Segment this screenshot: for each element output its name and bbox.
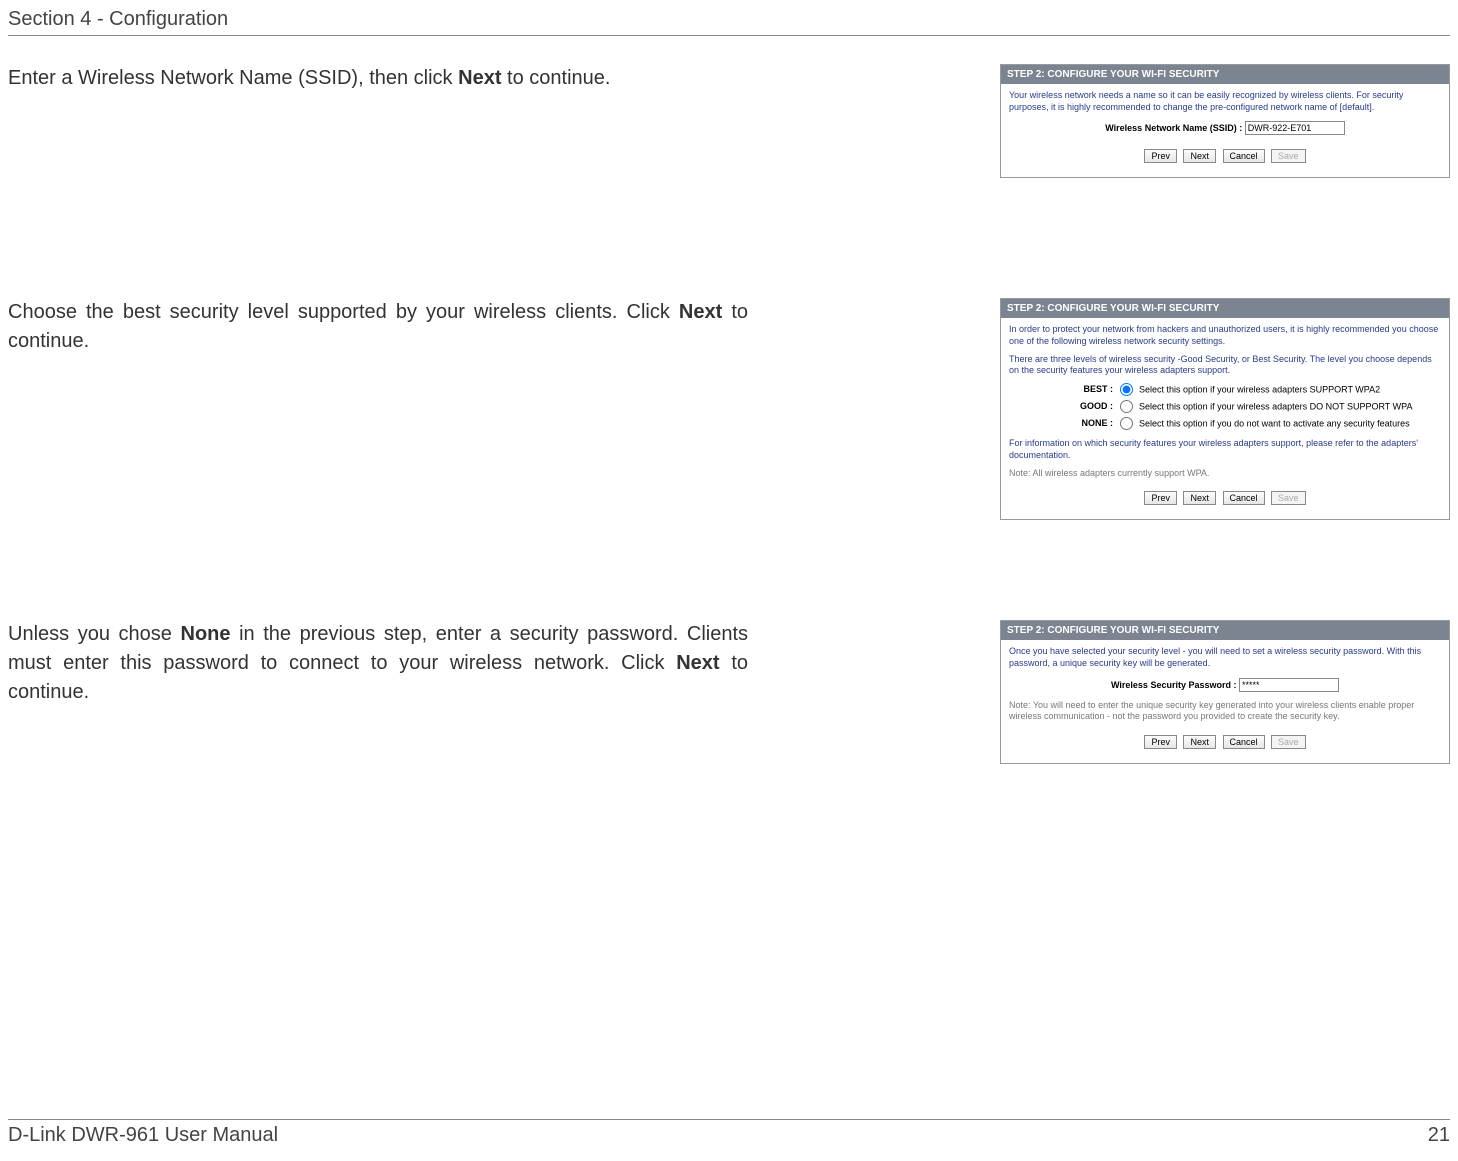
option-none-label: NONE : bbox=[1069, 418, 1113, 428]
instr1-pre: Enter a Wireless Network Name (SSID), th… bbox=[8, 67, 458, 89]
instruction-password: Unless you chose None in the previous st… bbox=[8, 620, 748, 707]
instruction-security: Choose the best security level supported… bbox=[8, 298, 748, 356]
panel2-footnote: For information on which security featur… bbox=[1009, 438, 1441, 461]
password-label: Wireless Security Password : bbox=[1111, 680, 1236, 690]
password-input[interactable] bbox=[1239, 678, 1339, 692]
prev-button[interactable]: Prev bbox=[1144, 491, 1177, 505]
panel3-note: Note: You will need to enter the unique … bbox=[1009, 700, 1441, 723]
radio-none[interactable] bbox=[1120, 417, 1133, 430]
option-best-text: Select this option if your wireless adap… bbox=[1139, 385, 1380, 395]
ssid-label: Wireless Network Name (SSID) : bbox=[1105, 123, 1242, 133]
ssid-input[interactable] bbox=[1245, 121, 1345, 135]
cancel-button[interactable]: Cancel bbox=[1223, 149, 1265, 163]
panel-title: STEP 2: CONFIGURE YOUR WI-FI SECURITY bbox=[1001, 299, 1449, 318]
page-footer: D-Link DWR-961 User Manual 21 bbox=[8, 1119, 1450, 1147]
option-none-text: Select this option if you do not want to… bbox=[1139, 419, 1410, 429]
instr1-bold: Next bbox=[458, 67, 501, 89]
panel2-desc1: In order to protect your network from ha… bbox=[1009, 324, 1441, 347]
option-good: GOOD : Select this option if your wirele… bbox=[1069, 400, 1441, 413]
save-button: Save bbox=[1271, 735, 1306, 749]
row-password: Unless you chose None in the previous st… bbox=[8, 620, 1450, 764]
instr3-bold1: None bbox=[181, 623, 231, 645]
radio-good[interactable] bbox=[1120, 400, 1133, 413]
cancel-button[interactable]: Cancel bbox=[1223, 491, 1265, 505]
instr3-pre: Unless you chose bbox=[8, 623, 181, 645]
next-button[interactable]: Next bbox=[1183, 735, 1216, 749]
save-button: Save bbox=[1271, 491, 1306, 505]
next-button[interactable]: Next bbox=[1183, 149, 1216, 163]
section-header: Section 4 - Configuration bbox=[8, 0, 1450, 36]
page-number: 21 bbox=[1428, 1124, 1450, 1147]
panel-security-level: STEP 2: CONFIGURE YOUR WI-FI SECURITY In… bbox=[1000, 298, 1450, 520]
panel2-note: Note: All wireless adapters currently su… bbox=[1009, 468, 1441, 480]
option-good-text: Select this option if your wireless adap… bbox=[1139, 402, 1412, 412]
row-security-level: Choose the best security level supported… bbox=[8, 298, 1450, 520]
option-best-label: BEST : bbox=[1069, 384, 1113, 394]
panel-title: STEP 2: CONFIGURE YOUR WI-FI SECURITY bbox=[1001, 65, 1449, 84]
option-best: BEST : Select this option if your wirele… bbox=[1069, 383, 1441, 396]
save-button: Save bbox=[1271, 149, 1306, 163]
cancel-button[interactable]: Cancel bbox=[1223, 735, 1265, 749]
radio-best[interactable] bbox=[1120, 383, 1133, 396]
prev-button[interactable]: Prev bbox=[1144, 149, 1177, 163]
option-none: NONE : Select this option if you do not … bbox=[1069, 417, 1441, 430]
panel-password: STEP 2: CONFIGURE YOUR WI-FI SECURITY On… bbox=[1000, 620, 1450, 764]
panel-ssid: STEP 2: CONFIGURE YOUR WI-FI SECURITY Yo… bbox=[1000, 64, 1450, 178]
panel3-desc: Once you have selected your security lev… bbox=[1009, 646, 1441, 669]
panel2-desc2: There are three levels of wireless secur… bbox=[1009, 354, 1441, 377]
panel1-desc: Your wireless network needs a name so it… bbox=[1009, 90, 1441, 113]
instr1-post: to continue. bbox=[501, 67, 610, 89]
instruction-ssid: Enter a Wireless Network Name (SSID), th… bbox=[8, 64, 748, 93]
prev-button[interactable]: Prev bbox=[1144, 735, 1177, 749]
instr3-bold2: Next bbox=[676, 652, 719, 674]
instr2-bold: Next bbox=[679, 301, 722, 323]
next-button[interactable]: Next bbox=[1183, 491, 1216, 505]
panel-title: STEP 2: CONFIGURE YOUR WI-FI SECURITY bbox=[1001, 621, 1449, 640]
row-ssid: Enter a Wireless Network Name (SSID), th… bbox=[8, 64, 1450, 178]
instr2-pre: Choose the best security level supported… bbox=[8, 301, 679, 323]
option-good-label: GOOD : bbox=[1069, 401, 1113, 411]
footer-left: D-Link DWR-961 User Manual bbox=[8, 1124, 278, 1147]
